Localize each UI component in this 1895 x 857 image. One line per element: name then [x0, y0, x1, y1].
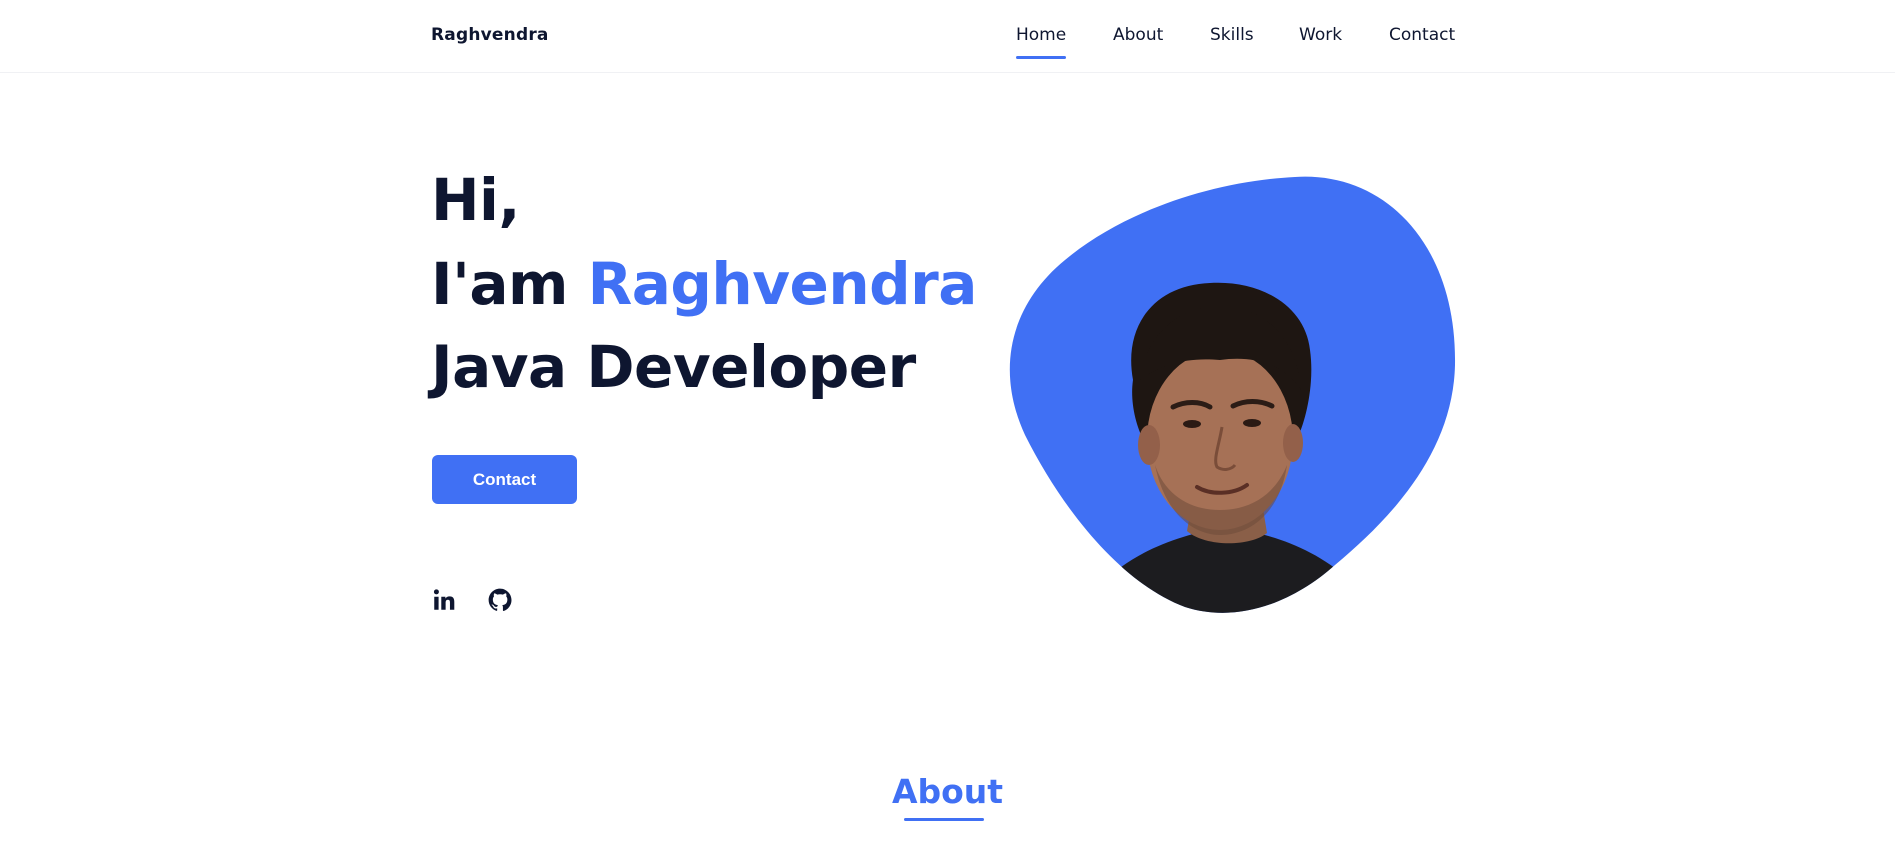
section-title-about: About [891, 772, 1004, 811]
hero-role: Java Developer [431, 333, 916, 401]
hero-intro: I'am Raghvendra [431, 250, 977, 318]
hero-intro-prefix: I'am [431, 250, 588, 318]
main-nav: Home About Skills Work Contact [0, 25, 1895, 65]
hero-name: Raghvendra [587, 250, 978, 318]
contact-button[interactable]: Contact [432, 455, 577, 504]
hero-greeting: Hi, [431, 166, 520, 234]
nav-about[interactable]: About [1113, 25, 1163, 45]
site-header: Raghvendra Home About Skills Work Contac… [0, 0, 1895, 73]
nav-skills[interactable]: Skills [1210, 25, 1254, 45]
nav-contact[interactable]: Contact [1389, 25, 1455, 45]
github-icon[interactable] [487, 587, 513, 613]
nav-home[interactable]: Home [1016, 25, 1067, 59]
profile-blob [1005, 175, 1457, 615]
profile-photo [1009, 176, 1456, 613]
linkedin-icon[interactable] [431, 587, 457, 613]
section-title-underline [904, 818, 984, 821]
nav-work[interactable]: Work [1299, 25, 1342, 45]
